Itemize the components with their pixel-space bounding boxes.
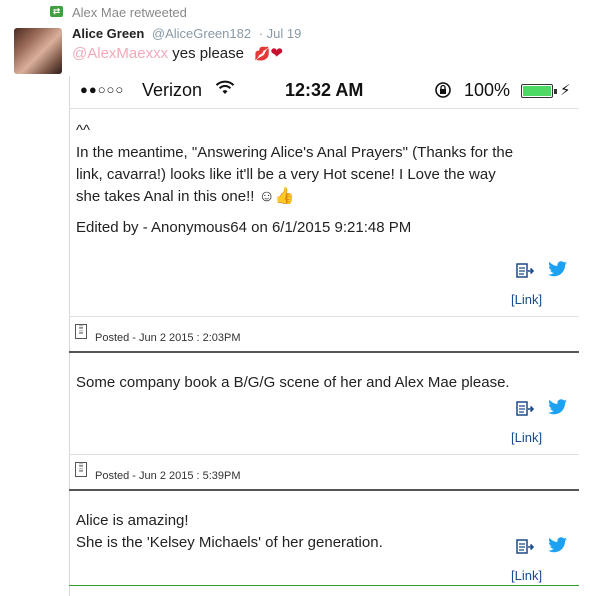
status-bar: ●●○○○ Verizon 12:32 AM 100% ⚡	[80, 80, 580, 104]
comment-line: She is the 'Kelsey Michaels' of her gene…	[76, 534, 383, 551]
retweet-icon: ⇄	[50, 6, 63, 17]
comment-body: Alice is amazing! She is the 'Kelsey Mic…	[76, 510, 383, 554]
comment-line: ^^	[76, 122, 91, 139]
divider	[69, 316, 579, 317]
post-divider	[69, 489, 579, 491]
twitter-bird-icon[interactable]	[548, 536, 570, 556]
thumbs-up-smiley-icon: ☺👍	[258, 188, 295, 205]
share-icon[interactable]	[516, 261, 535, 279]
twitter-bird-icon[interactable]	[548, 260, 570, 280]
post-document-icon: ≡ ≡	[75, 462, 87, 477]
comment-line: In the meantime, "Answering Alice's Anal…	[76, 144, 514, 161]
comment-body: Some company book a B/G/G scene of her a…	[76, 374, 510, 391]
battery-fill	[523, 86, 551, 96]
author-handle[interactable]: @AliceGreen182	[152, 26, 251, 41]
post-divider	[69, 351, 579, 353]
lips-emoji-icon: 💋	[254, 46, 271, 61]
edited-note: Edited by - Anonymous64 on 6/1/2015 9:21…	[76, 219, 412, 236]
twitter-bird-icon[interactable]	[548, 398, 570, 418]
author-name[interactable]: Alice Green	[72, 26, 144, 41]
carrier-name: Verizon	[142, 80, 203, 100]
tweet-text: @AlexMaexxx yes please 💋❤	[72, 44, 283, 62]
tweet-body: yes please	[172, 45, 244, 62]
comment-body: ^^ In the meantime, "Answering Alice's A…	[76, 120, 571, 208]
battery-icon	[521, 84, 553, 98]
post-document-icon: ≡ ≡	[75, 324, 87, 339]
signal-strength-icon: ●●○○○	[80, 82, 125, 97]
comment-line: Alice is amazing!	[76, 512, 189, 529]
heart-emoji-icon: ❤	[270, 45, 283, 62]
bolt-icon: ⚡	[560, 82, 571, 99]
tweet-date[interactable]: · Jul 19	[259, 26, 302, 41]
post-date: Posted - Jun 2 2015 : 2:03PM	[95, 332, 241, 344]
comment-line-with-emoji: she takes Anal in this one!! ☺👍	[76, 186, 571, 208]
bottom-divider	[69, 585, 579, 586]
status-time: 12:32 AM	[285, 80, 364, 100]
battery-tip	[554, 89, 557, 94]
avatar[interactable]	[14, 28, 62, 74]
share-icon[interactable]	[516, 399, 535, 417]
comment-line: link, cavarra!) looks like it'll be a ve…	[76, 166, 496, 183]
share-icon[interactable]	[516, 537, 535, 555]
divider	[69, 108, 579, 109]
battery-percent: 100%	[464, 80, 511, 100]
comment-line: she takes Anal in this one!!	[76, 188, 255, 205]
retweet-card: ⇄ Alex Mae retweeted Alice Green @AliceG…	[0, 0, 590, 78]
comment-link[interactable]: [Link]	[511, 430, 542, 445]
rotation-lock-icon	[434, 81, 452, 104]
wifi-icon	[215, 80, 235, 101]
mention-link[interactable]: @AlexMaexxx	[72, 45, 168, 62]
comment-link[interactable]: [Link]	[511, 568, 542, 583]
retweet-label[interactable]: Alex Mae retweeted	[72, 5, 187, 20]
tweet-author-row: Alice Green @AliceGreen182 · Jul 19	[72, 26, 301, 41]
post-date: Posted - Jun 2 2015 : 5:39PM	[95, 470, 241, 482]
comment-link[interactable]: [Link]	[511, 292, 542, 307]
divider	[69, 454, 579, 455]
